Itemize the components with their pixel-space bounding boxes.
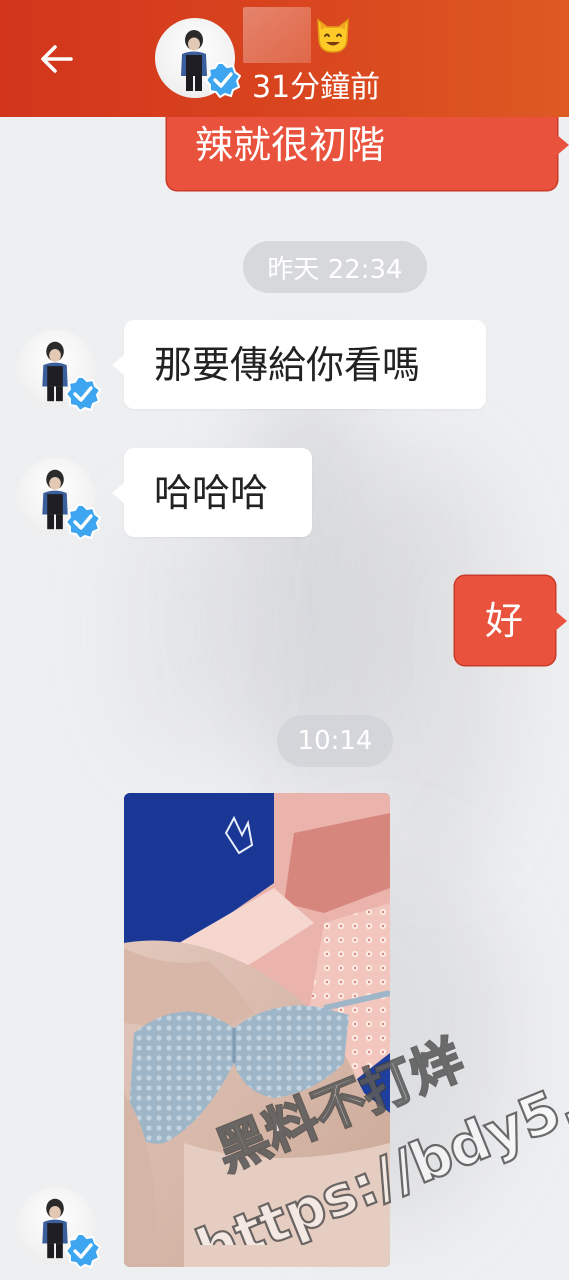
message-bubble-outgoing[interactable]: 好 — [455, 576, 567, 665]
timestamp-divider: 昨天 22:34 — [243, 241, 427, 293]
sender-avatar[interactable] — [17, 1187, 101, 1269]
message-text: 哈哈哈 — [154, 470, 269, 515]
background-shape — [120, 500, 240, 760]
message-bubble-incoming[interactable]: 那要傳給你看嗎 — [112, 320, 486, 409]
photo-thumbnail — [124, 793, 390, 1267]
cat-face-emoji-icon — [317, 18, 349, 53]
message-text: 那要傳給你看嗎 — [154, 342, 421, 387]
message-text: 辣就很初階 — [195, 123, 386, 167]
sender-avatar[interactable] — [17, 458, 101, 540]
arrow-left-icon — [41, 45, 73, 73]
last-active-status: 31分鐘前 — [252, 70, 381, 105]
verified-check-icon — [65, 504, 101, 540]
verified-check-icon — [205, 62, 241, 98]
contact-avatar[interactable] — [155, 18, 241, 98]
chat-header: 31分鐘前 — [0, 0, 569, 117]
verified-check-icon — [65, 1233, 101, 1269]
message-bubble-incoming[interactable]: 哈哈哈 — [112, 448, 312, 537]
verified-check-icon — [65, 376, 101, 412]
timestamp-text: 10:14 — [297, 726, 373, 756]
timestamp-divider: 10:14 — [277, 715, 393, 767]
timestamp-text: 昨天 22:34 — [267, 254, 403, 285]
contact-name-mosaic — [243, 7, 311, 63]
image-message[interactable] — [124, 793, 390, 1267]
message-text: 好 — [485, 598, 524, 643]
sender-avatar[interactable] — [17, 330, 101, 412]
back-button[interactable] — [34, 36, 80, 82]
